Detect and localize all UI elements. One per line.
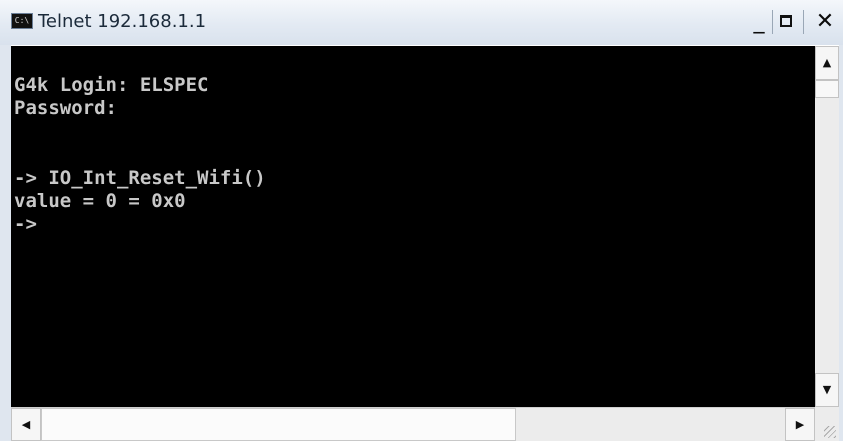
console-prompt: -> (14, 213, 37, 235)
console-line: -> IO_Int_Reset_Wifi() (14, 167, 266, 189)
arrow-right-icon: ▶ (795, 418, 805, 431)
console-line: value = 0 = 0x0 (14, 190, 186, 212)
horizontal-scroll-thumb[interactable] (41, 408, 516, 441)
console-window-icon[interactable]: C:\ (11, 13, 33, 29)
scroll-right-button[interactable]: ▶ (785, 408, 815, 441)
close-button[interactable]: ✕ (812, 8, 838, 36)
scroll-left-button[interactable]: ◀ (11, 408, 41, 441)
maximize-button[interactable] (774, 8, 800, 36)
arrow-down-icon: ▼ (822, 383, 832, 396)
window-frame-right (839, 45, 843, 441)
window-frame-left (0, 45, 11, 441)
scroll-up-button[interactable]: ▲ (815, 46, 839, 80)
scroll-down-button[interactable]: ▼ (815, 373, 839, 407)
minimize-button[interactable]: _ (746, 8, 772, 36)
window-title: Telnet 192.168.1.1 (38, 11, 207, 32)
arrow-up-icon: ▲ (822, 56, 832, 69)
console-line: Password: (14, 97, 117, 119)
title-bar[interactable]: C:\ Telnet 192.168.1.1 _ ✕ (0, 0, 843, 45)
resize-grip-icon (824, 426, 836, 438)
minimize-icon: _ (753, 9, 765, 34)
maximize-icon (780, 15, 792, 27)
console-output[interactable]: G4k Login: ELSPEC Password: -> IO_Int_Re… (11, 46, 815, 407)
console-line: G4k Login: ELSPEC (14, 74, 209, 96)
close-icon: ✕ (815, 9, 835, 34)
resize-corner[interactable] (815, 407, 839, 441)
title-separator (803, 10, 804, 34)
telnet-window: C:\ Telnet 192.168.1.1 _ ✕ G4k Login: EL… (0, 0, 843, 441)
vertical-scroll-thumb[interactable] (815, 80, 839, 98)
horizontal-scrollbar[interactable]: ◀ ▶ (11, 407, 815, 441)
title-separator (772, 10, 773, 34)
vertical-scrollbar[interactable]: ▲ ▼ (815, 46, 839, 407)
arrow-left-icon: ◀ (21, 418, 31, 431)
